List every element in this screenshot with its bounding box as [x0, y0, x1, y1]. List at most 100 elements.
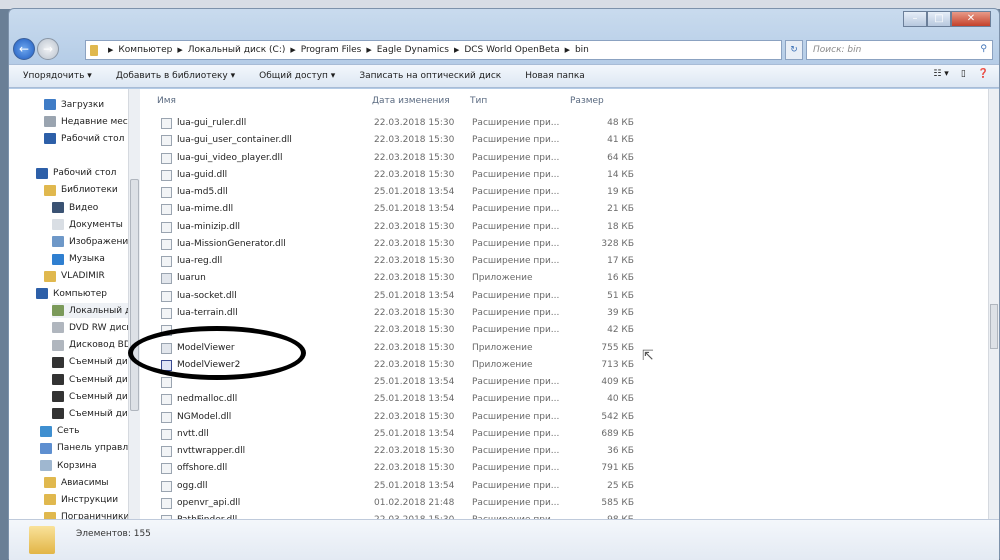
file-row[interactable]: NGModel.dll 22.03.2018 15:30 Расширение пр… — [140, 410, 660, 427]
breadcrumb-separator-icon[interactable]: ▶ — [454, 46, 459, 54]
breadcrumb-item[interactable]: Eagle Dynamics — [377, 45, 449, 55]
file-date: 22.03.2018 15:30 — [374, 359, 455, 370]
file-row[interactable]: lua-MissionGenerator.dll 22.03.2018 15:30… — [140, 237, 660, 254]
file-row[interactable]: lua-guid.dll 22.03.2018 15:30 Расширение п… — [140, 168, 660, 185]
breadcrumb-separator-icon[interactable]: ▶ — [366, 46, 371, 54]
minimize-button[interactable]: – — [903, 11, 927, 27]
sidebar-item[interactable]: Недавние места — [44, 114, 136, 129]
sidebar-item-label: Локальный ди — [69, 305, 136, 316]
sidebar-item[interactable]: Видео — [52, 200, 98, 215]
breadcrumb-item[interactable]: Локальный диск (C:) — [188, 45, 286, 55]
breadcrumb-separator-icon[interactable]: ▶ — [177, 46, 182, 54]
sidebar-item[interactable]: Музыка — [52, 252, 105, 267]
breadcrumb-separator-icon[interactable]: ▶ — [290, 46, 295, 54]
sidebar-item[interactable]: DVD RW диско — [52, 320, 136, 335]
forward-button[interactable]: → — [37, 38, 59, 60]
column-header-type[interactable]: Тип — [470, 96, 487, 110]
file-row[interactable]: lua-gui_user_container.dll 22.03.2018 15:… — [140, 133, 660, 150]
file-date: 01.02.2018 21:48 — [374, 497, 455, 508]
file-row[interactable]: nedmalloc.dll 25.01.2018 13:54 Расширение … — [140, 392, 660, 409]
maximize-button[interactable]: □ — [927, 11, 951, 27]
file-list-scrollbar[interactable] — [988, 89, 999, 519]
breadcrumb-item[interactable]: Program Files — [301, 45, 362, 55]
sidebar-item[interactable]: Корзина — [40, 458, 97, 473]
sidebar-item[interactable]: Съемный диск — [52, 372, 136, 387]
sidebar-item[interactable]: VLADIMIR — [44, 269, 105, 284]
file-row[interactable]: lua-minizip.dll 22.03.2018 15:30 Расширени… — [140, 220, 660, 237]
breadcrumb-separator-icon[interactable]: ▶ — [565, 46, 570, 54]
file-type: Расширение при... — [472, 169, 560, 180]
add-to-library-button[interactable]: Добавить в библиотеку ▾ — [116, 71, 235, 81]
new-folder-button[interactable]: Новая папка — [525, 71, 585, 81]
folder-icon — [44, 494, 56, 506]
file-row[interactable]: lua-mime.dll 25.01.2018 13:54 Расширение п… — [140, 202, 660, 219]
sidebar-item-label: Изображения — [69, 236, 134, 247]
pictures-icon — [52, 236, 64, 248]
file-row[interactable]: lua-md5.dll 25.01.2018 13:54 Расширение пр… — [140, 185, 660, 202]
help-icon[interactable]: ❓ — [978, 69, 989, 79]
sidebar-item[interactable]: Компьютер — [36, 286, 107, 301]
sidebar-item[interactable]: Инструкции — [44, 492, 118, 507]
column-header-name[interactable]: Имя — [157, 96, 176, 110]
share-button[interactable]: Общий доступ ▾ — [259, 71, 335, 81]
folder-icon — [44, 477, 56, 489]
file-size: 14 КБ — [607, 169, 634, 180]
file-row[interactable]: lua-socket.dll 25.01.2018 13:54 Расширение… — [140, 289, 660, 306]
sidebar-item[interactable]: Панель управле — [40, 441, 134, 456]
breadcrumb-item[interactable]: Компьютер — [118, 45, 172, 55]
navigation-scrollbar[interactable] — [128, 89, 140, 519]
sidebar-item-label: Съемный диск — [69, 374, 136, 385]
back-button[interactable]: ← — [13, 38, 35, 60]
file-row[interactable]: openvr_api.dll 01.02.2018 21:48 Расширение… — [140, 496, 660, 513]
dll-file-icon — [161, 463, 172, 475]
sidebar-item[interactable]: Рабочий стол — [36, 166, 116, 181]
file-name: lua-guid.dll — [177, 169, 228, 180]
file-row[interactable]: lua-reg.dll 22.03.2018 15:30 Расширение пр… — [140, 254, 660, 271]
burn-button[interactable]: Записать на оптический диск — [359, 71, 501, 81]
sidebar-item[interactable]: Изображения — [52, 234, 134, 249]
column-header-date[interactable]: Дата изменения — [372, 96, 450, 110]
file-row[interactable]: nvttwrapper.dll 22.03.2018 15:30 Расширени… — [140, 444, 660, 461]
file-type: Приложение — [472, 273, 533, 284]
file-row[interactable]: lua-terrain.dll 22.03.2018 15:30 Расширени… — [140, 306, 660, 323]
organize-button[interactable]: Упорядочить ▾ — [23, 71, 92, 81]
file-type: Расширение при... — [472, 152, 560, 163]
search-input[interactable]: Поиск: bin ⚲ — [806, 40, 993, 60]
dll-file-icon — [161, 307, 172, 319]
sidebar-item[interactable]: Съемный диск — [52, 355, 136, 370]
file-type: Расширение при... — [472, 325, 560, 336]
preview-pane-icon[interactable]: ▯ — [961, 69, 966, 79]
breadcrumb-item[interactable]: bin — [575, 45, 589, 55]
sidebar-item[interactable]: Сеть — [40, 424, 79, 439]
sidebar-item[interactable]: Рабочий стол — [44, 131, 124, 146]
sidebar-item-label: Съемный диск — [69, 357, 136, 368]
sidebar-item[interactable]: Авиасимы — [44, 475, 109, 490]
file-row[interactable]: offshore.dll 22.03.2018 15:30 Расширение п… — [140, 461, 660, 478]
breadcrumb-separator-icon[interactable]: ▶ — [108, 46, 113, 54]
address-bar[interactable]: ▶ Компьютер ▶ Локальный диск (C:) ▶ Program F… — [85, 40, 782, 60]
file-type: Расширение при... — [472, 135, 560, 146]
file-row[interactable]: lua-gui_ruler.dll 22.03.2018 15:30 Расшире… — [140, 116, 660, 133]
close-button[interactable]: ✕ — [951, 11, 991, 27]
file-name: lua-gui_ruler.dll — [177, 118, 247, 128]
sidebar-item[interactable]: Дисковод BD — [52, 338, 131, 353]
column-header-size[interactable]: Размер — [570, 96, 604, 110]
sidebar-item[interactable]: Съемный диск — [52, 406, 136, 421]
details-pane: Элементов: 155 — [9, 519, 999, 560]
breadcrumb-item[interactable]: DCS World OpenBeta — [464, 45, 559, 55]
sidebar-item[interactable]: Документы — [52, 217, 123, 232]
sidebar-item[interactable]: Съемный диск — [52, 389, 136, 404]
file-row[interactable]: ogg.dll 25.01.2018 13:54 Расширение при...… — [140, 479, 660, 496]
sidebar-item-label: Музыка — [69, 254, 105, 265]
file-date: 22.03.2018 15:30 — [374, 221, 455, 232]
view-options-icon[interactable]: ☷ ▾ — [933, 69, 948, 79]
sidebar-item[interactable]: Локальный ди — [52, 303, 136, 319]
search-icon: ⚲ — [980, 44, 987, 54]
refresh-button[interactable]: ↻ — [785, 40, 803, 60]
sidebar-item[interactable]: Загрузки — [44, 97, 104, 112]
file-row[interactable]: nvtt.dll 25.01.2018 13:54 Расширение при..… — [140, 427, 660, 444]
file-row[interactable]: luarun 22.03.2018 15:30 Приложение 16 КБ — [140, 271, 660, 288]
file-row[interactable]: lua-gui_video_player.dll 22.03.2018 15:30… — [140, 151, 660, 168]
sidebar-item[interactable]: Пограничники — [44, 510, 129, 519]
sidebar-item[interactable]: Библиотеки — [44, 183, 118, 198]
